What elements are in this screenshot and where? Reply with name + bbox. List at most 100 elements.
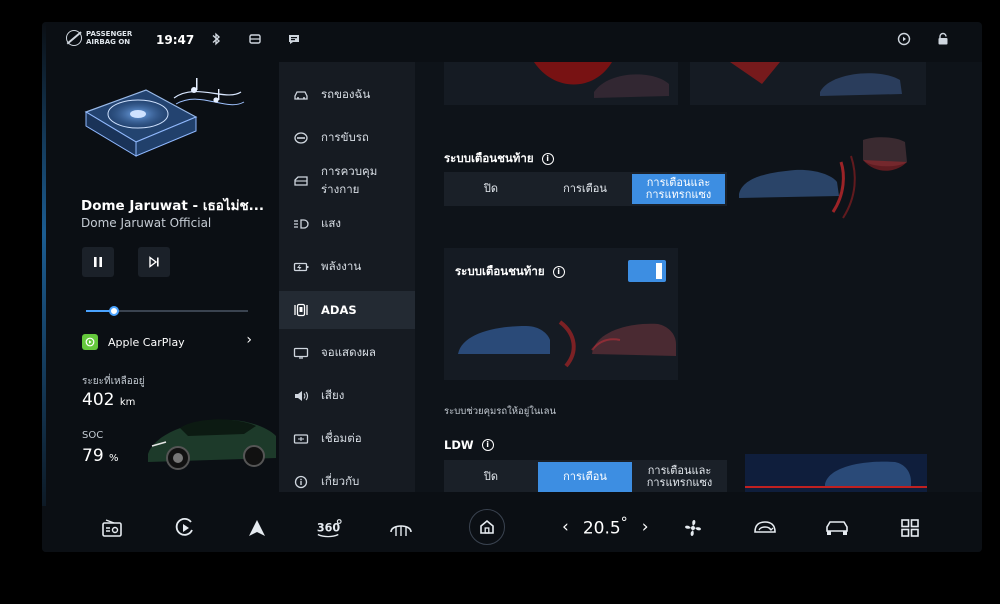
media-player-card[interactable]: Dome Jaruwat - เธอไม่ช... Dome Jaruwat O… [68,62,268,350]
preview-image-top-left [444,62,678,105]
pause-button[interactable] [82,247,114,277]
vehicle-image [144,406,278,476]
headlight-icon [293,218,309,230]
ldw-option-warn-intervene[interactable]: การเตือนและ การแทรกแซง [632,460,727,492]
ldw-option-warn[interactable]: การเตือน [538,462,632,492]
message-icon [286,32,302,48]
temp-increase-button[interactable]: › [642,517,649,537]
rear-warning-toggle-title: ระบบเตือนชนท้าย i [455,263,565,281]
ldw-option-off[interactable]: ปิด [444,460,538,492]
connect-icon [293,433,309,445]
vehicle-status-card[interactable]: ระยะที่เหลืออยู่ 402 km SOC 79 % [68,356,276,494]
pause-icon [94,257,102,267]
nav-label: เสียง [321,388,345,402]
soc-value: 79 % [82,446,119,466]
battery-icon [293,261,309,273]
nav-label: การควบคุมร่างกาย [321,164,378,196]
carplay-icon [82,334,98,350]
nav-item-lighting[interactable]: แสง [279,205,415,243]
car-status-icon [247,32,263,48]
bottom-dock: 360 ‹ 20.5° › [42,506,982,552]
adas-settings-content[interactable]: ระบบเตือนชนท้าย i ปิด การเตือน การเตือนแ… [415,62,982,492]
chevron-right-icon: › [246,332,252,348]
nav-label: เชื่อมต่อ [321,431,362,445]
skip-next-icon [149,256,159,268]
air-recirculation-icon[interactable] [752,516,778,540]
rear-warning-toggle-title-text: ระบบเตือนชนท้าย [455,264,545,278]
playback-progress[interactable] [86,306,248,316]
progress-handle[interactable] [108,306,119,316]
nav-label: จอแสดงผล [321,345,376,359]
range-label: ระยะที่เหลืออยู่ [82,376,145,387]
nav-item-connectivity[interactable]: เชื่อมต่อ [279,420,415,458]
carplay-source-row[interactable]: Apple CarPlay › [82,330,262,354]
nav-item-body-control[interactable]: การควบคุมร่างกาย [279,162,415,200]
speaker-icon [293,390,309,402]
rear-warning-toggle-switch[interactable] [628,260,666,282]
carplay-label: Apple CarPlay [108,335,185,349]
ldw-title: LDW i [444,438,494,452]
home-button[interactable] [469,509,505,545]
rear-warning-option-off[interactable]: ปิด [444,172,538,206]
nav-item-my-car[interactable]: รถของฉัน [279,76,415,114]
car-settings-icon[interactable] [824,516,850,540]
airbag-icon [66,30,82,46]
soc-unit: % [109,453,119,464]
next-track-button[interactable] [138,247,170,277]
home-icon [480,519,494,534]
rear-warning-option-warn[interactable]: การเตือน [538,172,632,206]
nav-label: พลังงาน [321,259,362,273]
preview-image-top-right [690,62,926,105]
nav-item-adas[interactable]: ADAS [279,291,415,329]
lane-keeping-caption: ระบบช่วยคุมรถให้อยู่ในเลน [444,406,556,417]
info-icon[interactable]: i [541,153,554,165]
nav-label: แสง [321,216,342,230]
ldw-selector[interactable]: ปิด การเตือน การเตือนและ การแทรกแซง [444,460,727,492]
song-title: Dome Jaruwat - เธอไม่ช... [81,198,265,214]
ldw-illustration [745,454,927,492]
temperature-value: 20.5 [582,518,621,539]
rear-warning-selector[interactable]: ปิด การเตือน การเตือนและ การแทรกแซง [444,172,727,206]
rear-warning-illustration [733,134,913,224]
nav-item-energy[interactable]: พลังงาน [279,248,415,286]
steering-wheel-icon [293,132,309,144]
airbag-line2: AIRBAG ON [86,38,131,46]
navigation-icon[interactable] [244,516,270,540]
nav-item-driving[interactable]: การขับรถ [279,119,415,157]
bluetooth-icon [208,32,224,48]
nav-item-about[interactable]: เกี่ยวกับ [279,463,415,501]
rear-defrost-icon[interactable] [388,516,414,540]
nav-label: ADAS [321,303,357,317]
nav-item-display[interactable]: จอแสดงผล [279,334,415,372]
temp-decrease-button[interactable]: ‹ [562,517,569,537]
app-grid-icon[interactable] [897,516,923,540]
nav-label: การขับรถ [321,130,369,144]
info-icon [293,475,309,489]
soc-number: 79 [82,446,104,466]
temperature-readout: 20.5° [583,515,628,539]
status-bar: PASSENGER AIRBAG ON 19:47 [42,22,982,60]
temperature-unit: ° [620,515,628,531]
unlock-icon[interactable] [935,32,951,48]
nav-label: รถของฉัน [321,87,371,101]
info-icon[interactable]: i [552,266,565,278]
radio-icon[interactable] [99,516,125,540]
rear-warning-toggle-panel: ระบบเตือนชนท้าย i [444,248,678,380]
media-play-icon[interactable] [172,516,198,540]
fan-icon[interactable] [680,516,706,540]
playback-status-icon[interactable] [896,32,912,48]
range-unit: km [119,397,136,408]
climate-temperature: ‹ 20.5° › [562,515,649,539]
song-artist: Dome Jaruwat Official [81,216,212,230]
rear-warning-option-warn-intervene[interactable]: การเตือนและ การแทรกแซง [632,174,725,204]
nav-item-sound[interactable]: เสียง [279,377,415,415]
rear-warning-panel-illustration [454,310,676,370]
info-icon[interactable]: i [481,439,494,451]
rear-warning-title-text: ระบบเตือนชนท้าย [444,151,534,165]
soc-label: SOC [82,430,104,441]
camera-360-icon[interactable]: 360 [316,516,342,540]
settings-nav: รถของฉัน การขับรถ การควบคุมร่างกาย แสง พ… [279,62,415,492]
clock: 19:47 [156,33,195,47]
nav-label: เกี่ยวกับ [321,474,360,488]
car-icon [293,89,309,101]
